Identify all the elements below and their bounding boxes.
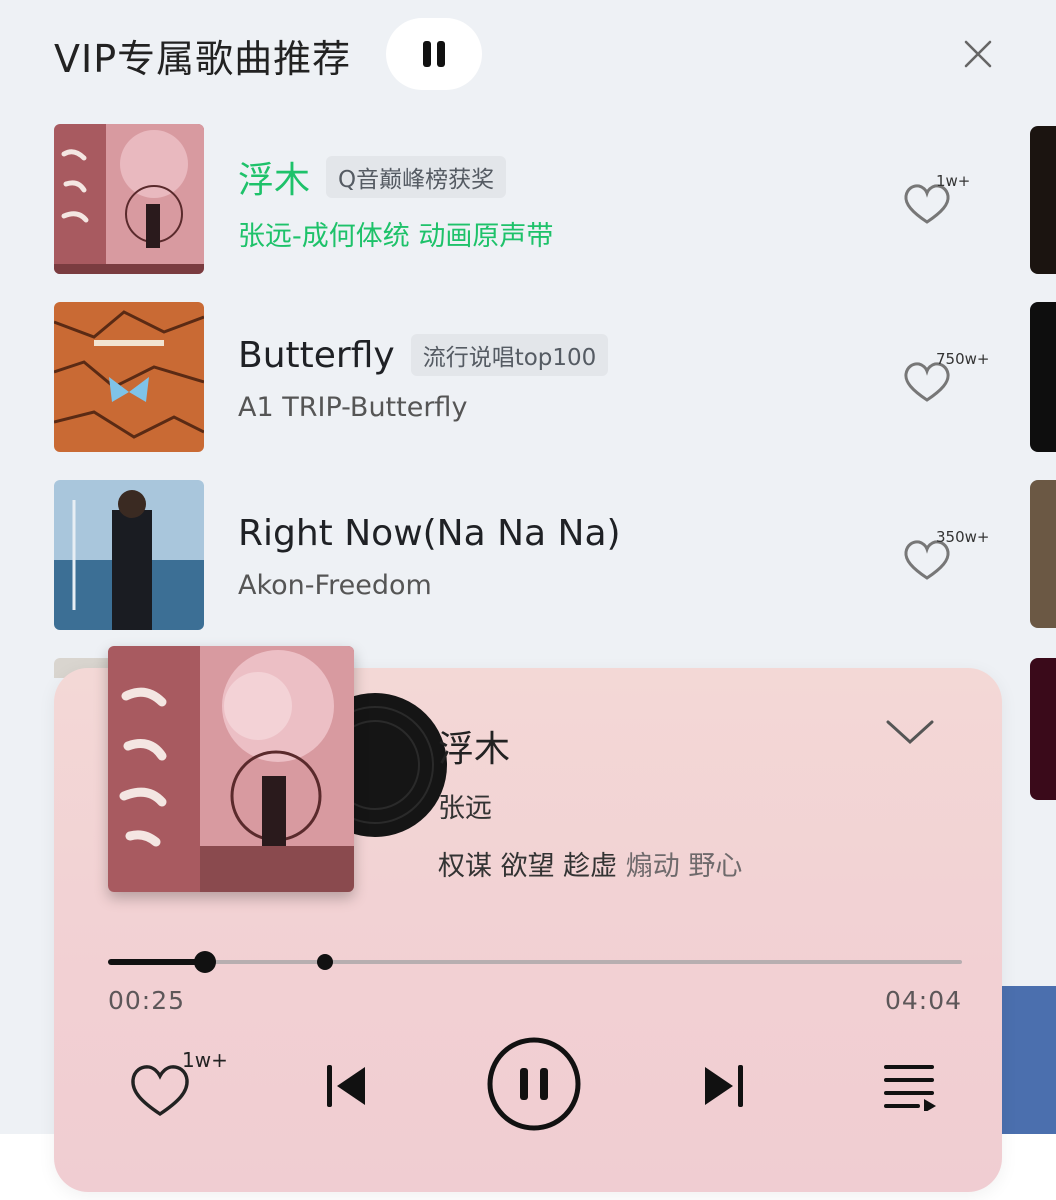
side-card[interactable] (1030, 126, 1056, 274)
side-card[interactable] (1030, 480, 1056, 628)
player-song-title: 浮木 (438, 729, 511, 770)
now-playing-card[interactable]: 浮木 张远 权谋 欲望 趁虚 煽动 野心 00:25 04:04 1w+ (54, 646, 1002, 1192)
skip-next-icon (705, 1065, 743, 1107)
total-time: 04:04 (884, 986, 962, 1015)
playlist-button[interactable] (880, 1058, 940, 1114)
song-subtitle: 张远-成何体统 动画原声带 (238, 221, 554, 252)
like-button[interactable]: 1w+ (902, 172, 982, 232)
lyric-upcoming: 煽动 野心 (625, 851, 743, 882)
close-button[interactable] (958, 34, 998, 74)
song-row-right-now[interactable]: Right Now(Na Na Na) Akon-Freedom 350w+ (54, 480, 1014, 630)
progress-fill (108, 959, 206, 965)
play-pause-button[interactable] (486, 1036, 582, 1132)
chevron-down-icon (886, 720, 934, 745)
like-count: 350w+ (936, 528, 990, 546)
song-row-fumu[interactable]: 浮木 Q音巅峰榜获奖 张远-成何体统 动画原声带 1w+ (54, 124, 1014, 274)
page-title: VIP专属歌曲推荐 (54, 37, 352, 81)
playlist-icon (884, 1065, 936, 1111)
song-badge: 流行说唱top100 (410, 334, 609, 376)
song-title: Right Now(Na Na Na) (238, 512, 621, 554)
song-subtitle: Akon-Freedom (238, 570, 432, 601)
album-cover (54, 124, 204, 274)
pause-circle-icon (487, 1037, 581, 1131)
song-title: Butterfly (238, 334, 395, 376)
next-button[interactable] (694, 1056, 754, 1116)
player-artist: 张远 (438, 793, 492, 824)
progress-bar[interactable] (108, 951, 962, 973)
player-like-button[interactable]: 1w+ (128, 1042, 228, 1122)
current-time: 00:25 (108, 986, 186, 1015)
player-album-cover (108, 646, 354, 892)
side-card[interactable] (1000, 986, 1056, 1134)
song-badge: Q音巅峰榜获奖 (326, 156, 507, 198)
like-count: 750w+ (936, 350, 990, 368)
song-subtitle: A1 TRIP-Butterfly (238, 392, 468, 423)
buffer-marker (316, 954, 333, 970)
player-like-count: 1w+ (182, 1048, 228, 1072)
header-pause-button[interactable] (386, 18, 482, 90)
close-icon (964, 40, 992, 68)
like-count: 1w+ (936, 172, 971, 190)
like-button[interactable]: 350w+ (902, 528, 989, 588)
song-title: 浮木 (238, 160, 311, 201)
progress-knob[interactable] (194, 951, 217, 973)
lyric-highlight: 权谋 欲望 趁虚 (438, 851, 618, 882)
side-card[interactable] (1030, 658, 1056, 800)
previous-button[interactable] (316, 1056, 376, 1116)
side-card[interactable] (1030, 302, 1056, 452)
song-row-butterfly[interactable]: Butterfly 流行说唱top100 A1 TRIP-Butterfly 7… (54, 302, 1014, 452)
album-cover (54, 302, 204, 452)
player-lyric: 权谋 欲望 趁虚 煽动 野心 (438, 844, 742, 883)
like-button[interactable]: 750w+ (902, 350, 989, 410)
collapse-button[interactable] (884, 716, 940, 756)
pause-icon (423, 41, 445, 67)
skip-previous-icon (327, 1065, 365, 1107)
album-cover (54, 480, 204, 630)
